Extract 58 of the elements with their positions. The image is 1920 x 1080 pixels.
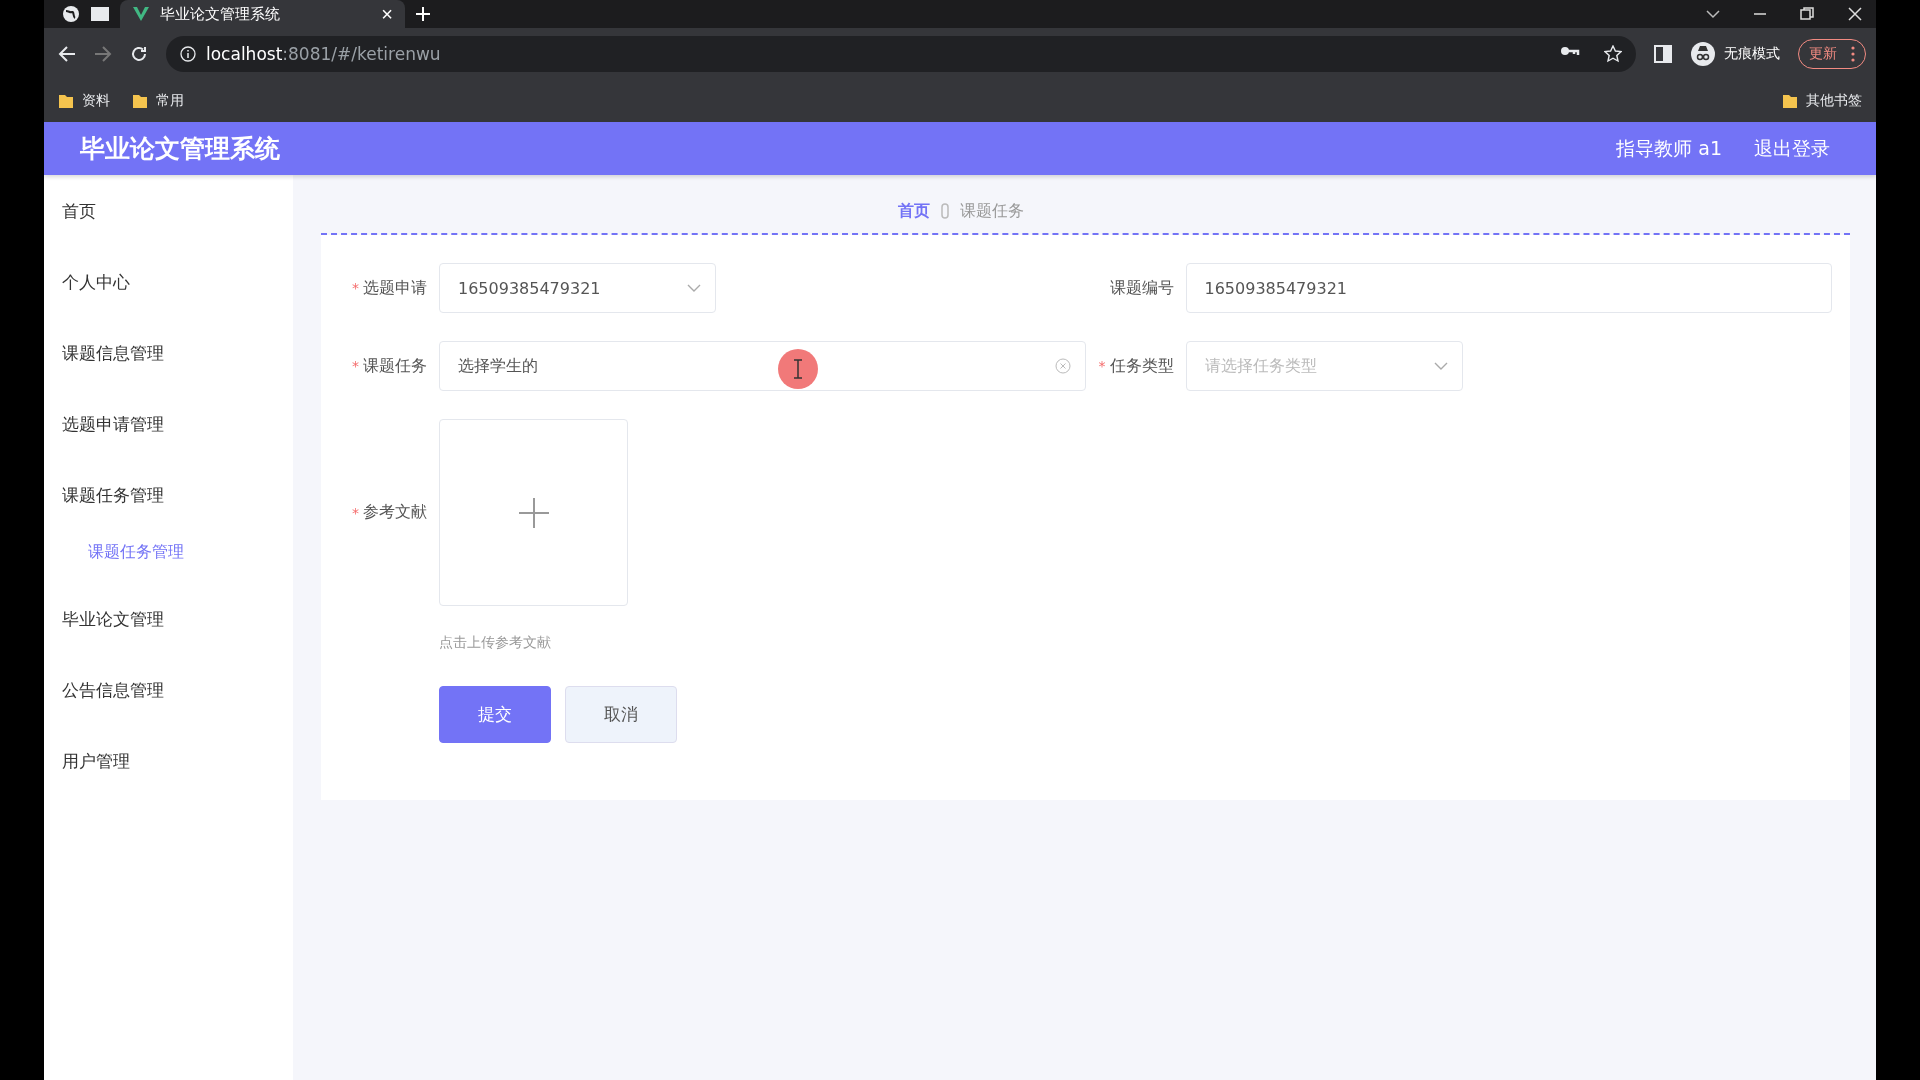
menu-item[interactable]: 个人中心	[44, 260, 293, 331]
incognito-button[interactable]: 无痕模式	[1690, 41, 1780, 67]
plus-icon	[518, 497, 549, 528]
menu-item[interactable]: 课题信息管理	[44, 331, 293, 402]
breadcrumb-item[interactable]: 首页	[897, 200, 930, 222]
text-field[interactable]: 选择学生的	[439, 341, 1086, 391]
side-panel-icon[interactable]	[1654, 45, 1672, 63]
key-icon[interactable]	[1560, 45, 1580, 57]
info-icon	[180, 46, 196, 62]
new-tab-icon[interactable]	[415, 6, 431, 22]
more-icon	[1851, 46, 1855, 62]
address-bar[interactable]: localhost:8081/#/ketirenwu	[166, 36, 1636, 72]
menu-item[interactable]: 首页	[44, 189, 293, 260]
folder-icon	[1782, 93, 1798, 109]
dropdown-caret-icon	[687, 283, 701, 293]
field-label: 参考文献	[363, 502, 427, 523]
field-label: 课题编号	[1109, 277, 1174, 299]
star-icon[interactable]	[1604, 45, 1622, 63]
required-mark: *	[1098, 358, 1106, 374]
menu-item[interactable]: 用户管理	[44, 739, 293, 810]
chevron-down-icon[interactable]	[1706, 9, 1720, 19]
logout-link[interactable]: 退出登录	[1754, 135, 1830, 162]
required-mark: *	[352, 504, 359, 521]
vue-logo-icon	[132, 5, 150, 23]
forward-icon[interactable]	[94, 45, 112, 63]
other-bookmarks[interactable]: 其他书签	[1782, 92, 1862, 110]
text-field[interactable]: 16509385479321	[1185, 263, 1832, 313]
separator-icon	[939, 203, 950, 219]
bookmark[interactable]: 常用	[132, 92, 184, 110]
globe-icon	[62, 5, 80, 23]
menu-item[interactable]: 毕业论文管理	[44, 597, 293, 668]
browser-tab[interactable]: 毕业论文管理系统 ×	[120, 0, 405, 28]
select-field[interactable]: 16509385479321	[439, 263, 716, 313]
close-icon[interactable]	[1848, 7, 1862, 21]
required-mark: *	[352, 280, 359, 296]
required-mark: *	[352, 358, 359, 374]
back-icon[interactable]	[58, 45, 76, 63]
user-name: 指导教师 a1	[1616, 135, 1722, 161]
restore-icon[interactable]	[1800, 7, 1814, 21]
folder-icon	[58, 93, 74, 109]
incognito-icon	[1690, 41, 1716, 67]
menu-item[interactable]: 选题申请管理	[44, 402, 293, 473]
menu-item[interactable]: 公告信息管理	[44, 668, 293, 739]
app-title: 毕业论文管理系统	[80, 133, 280, 165]
submit-button[interactable]: 提交	[439, 686, 551, 743]
breadcrumb-item: 课题任务	[959, 200, 1024, 222]
folder-icon	[132, 93, 148, 109]
field-label: 选题申请	[363, 277, 427, 299]
dropdown-caret-icon	[1433, 361, 1448, 371]
reload-icon[interactable]	[130, 45, 148, 63]
cancel-button[interactable]: 取消	[565, 686, 677, 743]
upload-hint: 点击上传参考文献	[439, 634, 552, 652]
field-label: 课题任务	[363, 355, 427, 377]
bookmark[interactable]: 资料	[58, 92, 110, 110]
close-tab-button[interactable]: ×	[381, 4, 393, 24]
window-icon	[90, 5, 110, 23]
cursor-icon	[777, 348, 819, 390]
field-label: 任务类型	[1109, 355, 1174, 377]
